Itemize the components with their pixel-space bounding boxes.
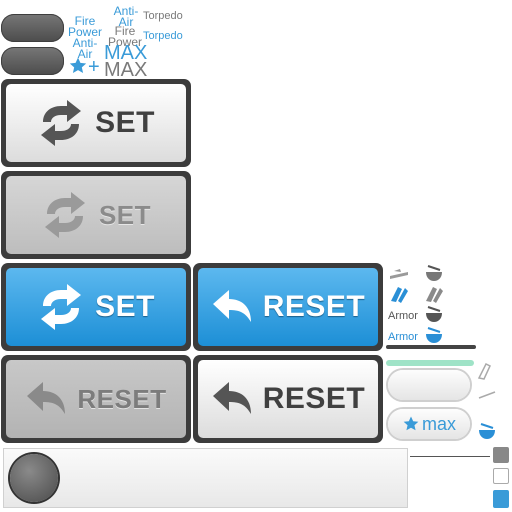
armor-label-grey: Armor [388, 310, 418, 322]
aircraft-icon [391, 287, 408, 303]
set-button-label: SET [95, 290, 155, 323]
toggle-pill-bottom[interactable] [1, 47, 64, 75]
torpedo-label-blue: Torpedo [143, 30, 183, 42]
reset-arrow-icon [27, 382, 66, 414]
reset-button-label: RESET [262, 382, 366, 415]
torpedo-label-grey: Torpedo [143, 10, 183, 22]
empty-toggle[interactable] [388, 370, 470, 400]
dice-icon [493, 447, 509, 463]
max-button[interactable]: max [388, 409, 470, 439]
dice-icon [493, 490, 509, 508]
reset-arrow-icon [212, 290, 251, 322]
set-button-active[interactable]: SET [1, 263, 191, 351]
reset-button-disabled[interactable]: RESET [1, 355, 191, 443]
reset-button-label: RESET [262, 290, 366, 323]
aircraft-icon [477, 362, 491, 380]
food-bowl-icon [426, 306, 442, 322]
refresh-arrows-icon [41, 284, 82, 330]
fire-power-label: Fire Power [67, 14, 102, 39]
slider-track[interactable] [3, 448, 408, 508]
star-icon [69, 57, 87, 73]
max-button-label: max [421, 413, 456, 434]
set-button-disabled[interactable]: SET [1, 171, 191, 259]
reset-arrow-icon [212, 382, 251, 414]
refresh-arrows-icon [41, 100, 82, 146]
reset-button-label: RESET [77, 383, 167, 414]
food-bowl-icon [426, 327, 442, 343]
food-bowl-icon [426, 265, 442, 281]
aircraft-icon [390, 269, 408, 279]
aircraft-icon [478, 391, 496, 399]
divider-bar [386, 345, 476, 349]
food-bowl-icon [479, 423, 495, 439]
set-button-normal[interactable]: SET [1, 79, 191, 167]
refresh-arrows-icon [44, 192, 85, 238]
max-label-grey: MAX [104, 59, 148, 81]
armor-label-blue: Armor [388, 331, 418, 343]
dice-icon [493, 468, 509, 484]
aircraft-icon [426, 287, 443, 303]
gauge-knob-icon[interactable] [10, 454, 58, 502]
reset-button-active[interactable]: RESET [193, 263, 383, 351]
slider-line [410, 456, 490, 457]
set-button-label: SET [98, 199, 152, 230]
plus-sign: + [88, 56, 100, 78]
toggle-pill-top[interactable] [1, 14, 64, 42]
set-button-label: SET [95, 106, 155, 139]
star-icon [403, 416, 419, 431]
progress-bar [386, 360, 474, 366]
reset-button-normal[interactable]: RESET [193, 355, 383, 443]
